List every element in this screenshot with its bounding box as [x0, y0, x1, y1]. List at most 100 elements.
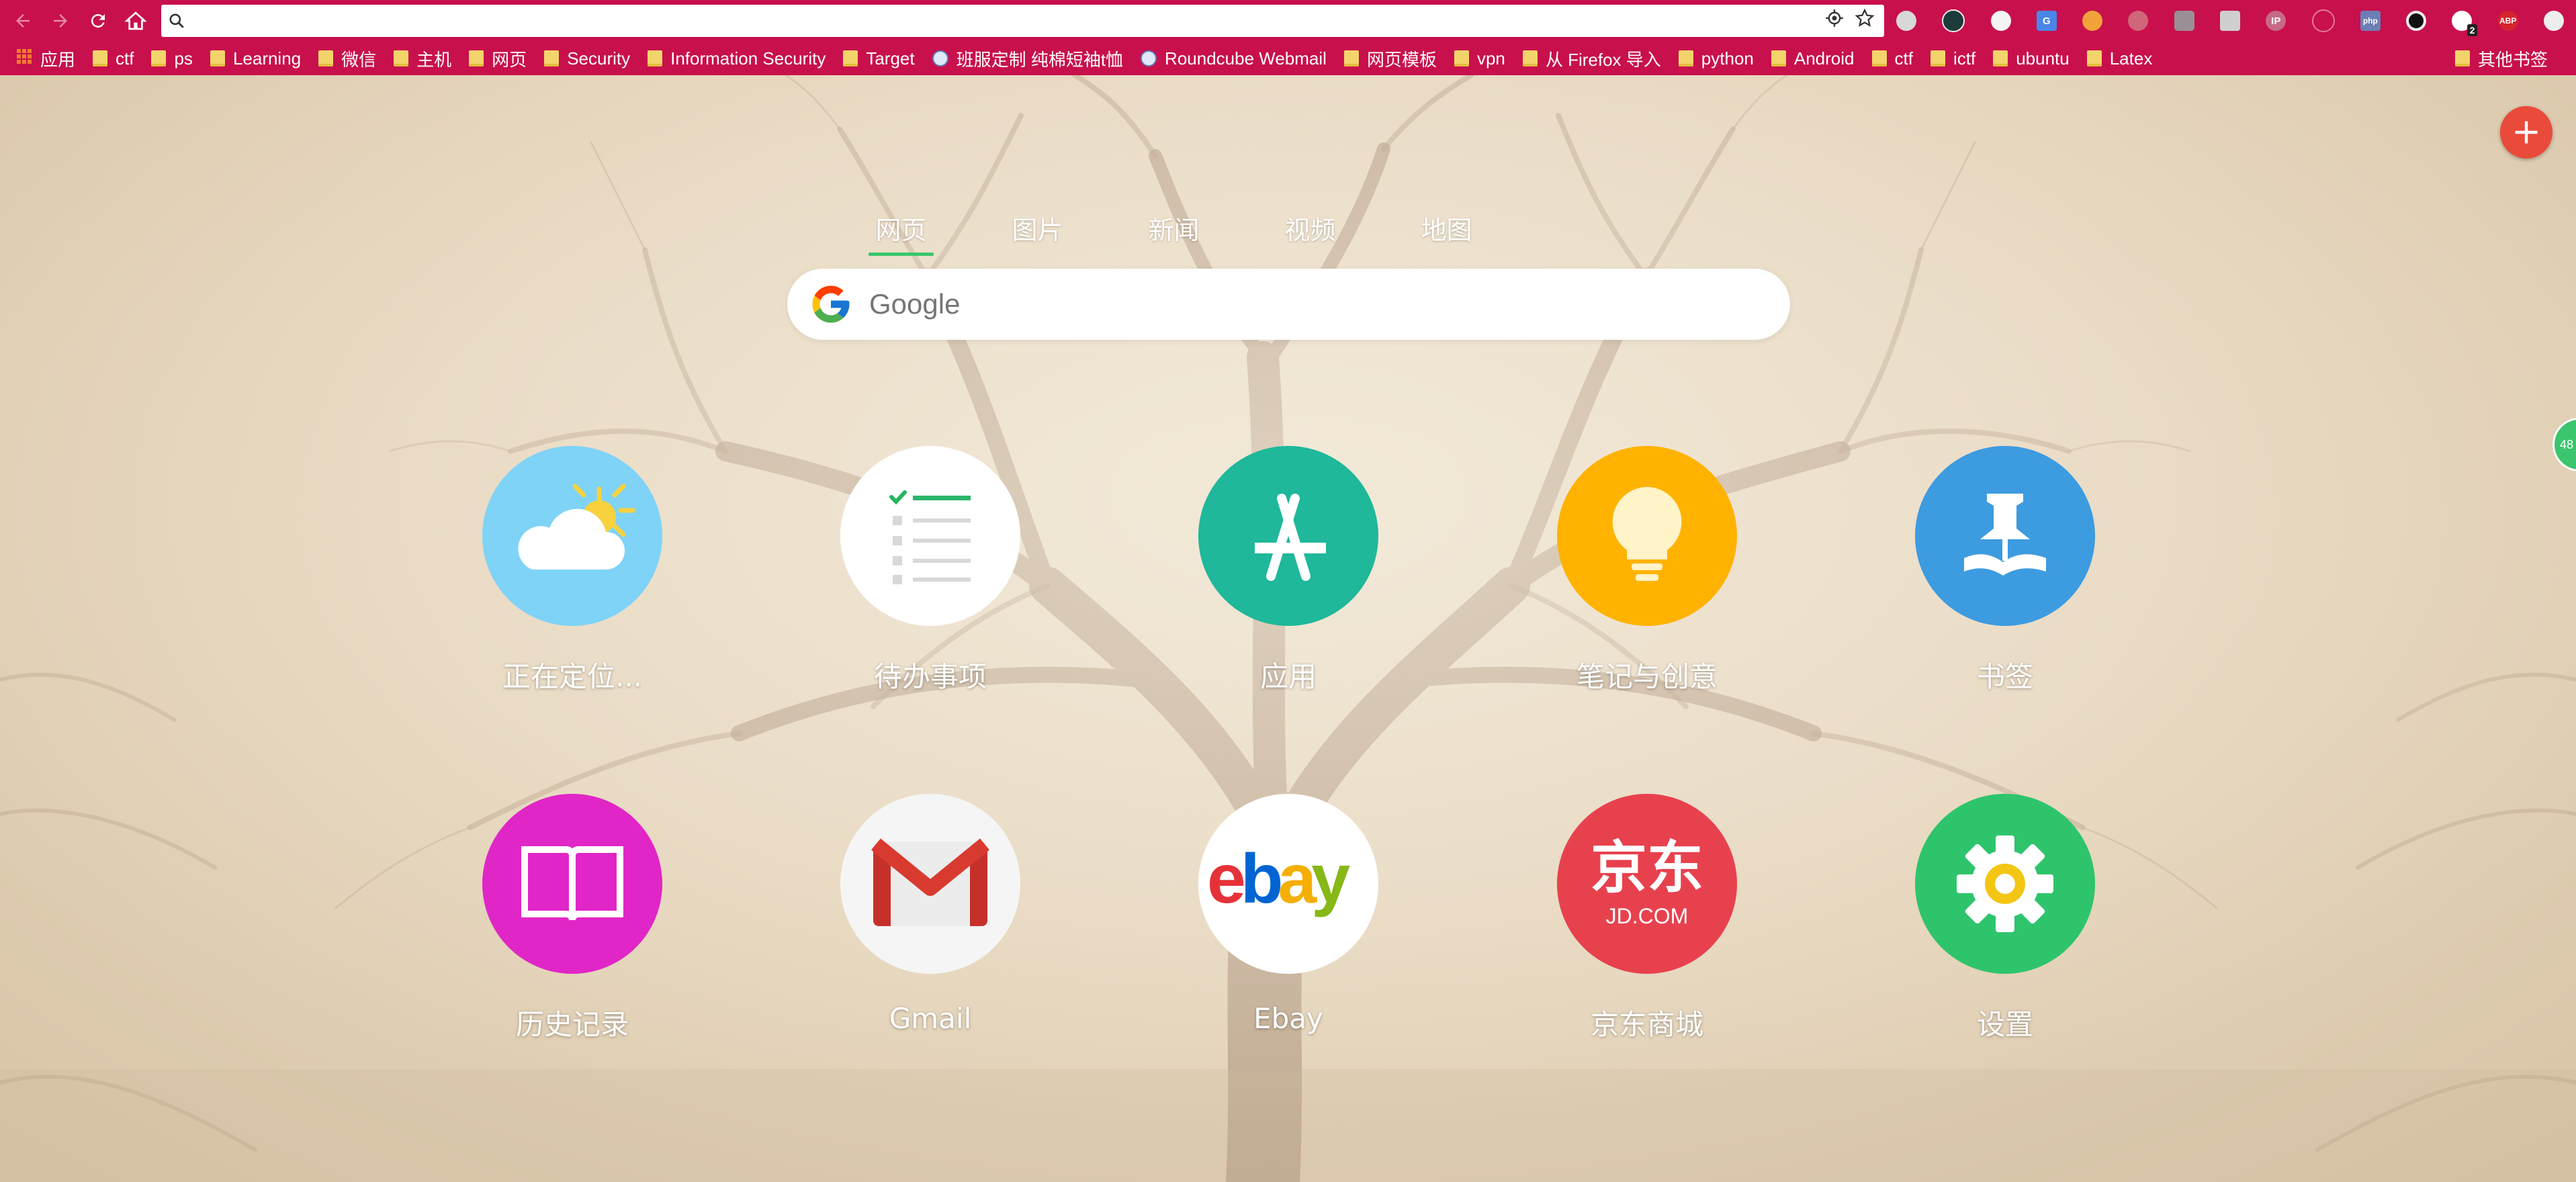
folder-icon [1871, 50, 1887, 66]
tile-label: 历史记录 [515, 1008, 629, 1041]
tile-notes[interactable]: 笔记与创意 [1519, 446, 1775, 695]
extension-php-icon[interactable]: php [2360, 11, 2381, 31]
tab-maps[interactable]: 地图 [1378, 210, 1515, 256]
folder-icon [1930, 50, 1945, 66]
bookmark-item[interactable]: 微信 [312, 45, 387, 72]
address-input[interactable] [192, 7, 1825, 35]
forward-button[interactable] [42, 2, 79, 40]
bookmark-item[interactable]: Latex [2080, 45, 2164, 72]
bookmark-label: 从 Firefox 导入 [1545, 49, 1661, 70]
tile-label: 正在定位... [502, 660, 643, 693]
extension-target-icon[interactable] [2406, 11, 2427, 31]
tab-web[interactable]: 网页 [833, 210, 969, 256]
reload-button[interactable] [79, 2, 117, 40]
tile-gmail[interactable]: Gmail [803, 794, 1058, 1035]
extension-light-circle-icon[interactable] [2543, 11, 2564, 31]
tab-images[interactable]: 图片 [969, 210, 1106, 256]
search-input[interactable] [868, 287, 1744, 321]
extension-ip-icon[interactable]: IP [2266, 11, 2286, 31]
bookmark-item[interactable]: 班服定制 纯棉短袖t恤 [926, 45, 1134, 72]
browser-toolbar: G IP php 2 ABP [0, 0, 2576, 42]
bookmark-label: ubuntu [2016, 48, 2070, 69]
folder-icon [1993, 50, 2008, 66]
plus-icon [2515, 121, 2538, 144]
tab-videos[interactable]: 视频 [1242, 210, 1378, 256]
bookmark-item[interactable]: Security [537, 45, 641, 72]
tile-label: 设置 [1976, 1008, 2033, 1041]
bookmark-other[interactable]: 其他书签 [2448, 45, 2559, 72]
bookmark-item[interactable]: 从 Firefox 导入 [1516, 45, 1672, 72]
extension-dark-swirl-icon[interactable] [1942, 9, 1965, 32]
weather-cloud-sun-icon [482, 446, 662, 626]
bookmarks-list: 应用 ctf ps Learning 微信 主机 网页 Security Information… [0, 42, 2163, 75]
bookmark-label: ps [174, 48, 193, 69]
home-button[interactable] [117, 2, 154, 40]
extension-gray-orb-icon[interactable] [1896, 11, 1916, 31]
extension-cookie-icon[interactable] [2082, 11, 2103, 31]
folder-icon [1771, 50, 1786, 66]
search-box[interactable] [787, 269, 1790, 340]
bookmark-item[interactable]: 应用 [9, 45, 86, 72]
extension-mail-icon[interactable] [2219, 11, 2240, 31]
tile-settings[interactable]: 设置 [1877, 794, 2133, 1043]
home-icon [125, 11, 146, 30]
tile-ebay[interactable]: ebay Ebay [1161, 794, 1416, 1035]
bookmark-label: 网页模板 [1366, 49, 1437, 70]
bookmark-label: Roundcube Webmail [1165, 48, 1327, 69]
tile-history[interactable]: 历史记录 [445, 794, 700, 1043]
tile-apps[interactable]: 应用 [1161, 446, 1416, 695]
bookmark-item[interactable]: Target [836, 45, 925, 72]
extensions-bar: G IP php 2 ABP [1891, 4, 2569, 38]
bookmark-item[interactable]: 网页 [462, 45, 537, 72]
folder-icon [648, 50, 663, 66]
gmail-icon [840, 794, 1020, 974]
folder-icon [318, 50, 334, 66]
bookmark-item[interactable]: ps [144, 45, 203, 72]
extension-bug-icon[interactable] [2128, 11, 2149, 31]
bookmark-label: Learning [232, 48, 302, 69]
bookmark-item[interactable]: ctf [1865, 45, 1924, 72]
jd-logo: 京东 JD.COM [1557, 794, 1737, 974]
bookmark-item[interactable]: Android [1765, 45, 1865, 72]
reload-icon [91, 14, 105, 28]
tile-bookmarks[interactable]: 书签 [1877, 446, 2133, 695]
back-button[interactable] [4, 2, 42, 40]
extension-wifi-icon[interactable] [2311, 9, 2335, 32]
bookmark-item[interactable]: ictf [1924, 45, 1986, 72]
bookmark-item[interactable]: 主机 [387, 45, 462, 72]
bookmark-item[interactable]: ubuntu [1986, 45, 2080, 72]
folder-icon [544, 50, 560, 66]
extension-adblock-icon[interactable]: ABP [2497, 11, 2518, 31]
tile-label: Gmail [889, 1002, 972, 1035]
bookmark-label: vpn [1476, 48, 1505, 69]
bookmark-item[interactable]: Learning [204, 45, 312, 72]
apps-grid-icon [16, 48, 32, 69]
bookmark-item[interactable]: python [1672, 45, 1765, 72]
extension-white-circle-icon[interactable] [1990, 11, 2011, 31]
address-bar[interactable] [161, 5, 1884, 37]
bookmark-item[interactable]: Information Security [641, 45, 836, 72]
tile-jd[interactable]: 京东 JD.COM 京东商城 [1519, 794, 1775, 1043]
app-store-icon [1198, 446, 1378, 626]
bookmark-star-icon[interactable] [1855, 8, 1875, 34]
bookmarks-bar: 应用 ctf ps Learning 微信 主机 网页 Security Information… [0, 42, 2576, 75]
back-arrow-icon [16, 14, 30, 28]
bookmark-label: 应用 [40, 49, 76, 70]
tile-todo[interactable]: 待办事项 [803, 446, 1058, 695]
tab-news[interactable]: 新闻 [1106, 210, 1242, 256]
bookmark-label: ctf [1894, 48, 1913, 69]
location-target-icon[interactable] [1825, 9, 1844, 33]
bookmark-label: ictf [1953, 48, 1976, 69]
extension-google-translate-icon[interactable]: G [2036, 11, 2057, 31]
tile-label: 京东商城 [1590, 1008, 1703, 1041]
bookmark-item[interactable]: ctf [86, 45, 144, 72]
extension-camera-icon[interactable] [2174, 11, 2194, 31]
bookmark-item[interactable]: vpn [1448, 45, 1516, 72]
tile-weather[interactable]: 正在定位... [445, 446, 700, 695]
side-widget-label: 48 [2560, 437, 2574, 451]
bookmark-item[interactable]: 网页模板 [1337, 45, 1448, 72]
extension-wechat-icon[interactable]: 2 [2452, 11, 2478, 36]
folder-icon [1454, 50, 1469, 66]
bookmark-item[interactable]: Roundcube Webmail [1134, 45, 1337, 72]
add-shortcut-button[interactable] [2500, 106, 2552, 158]
